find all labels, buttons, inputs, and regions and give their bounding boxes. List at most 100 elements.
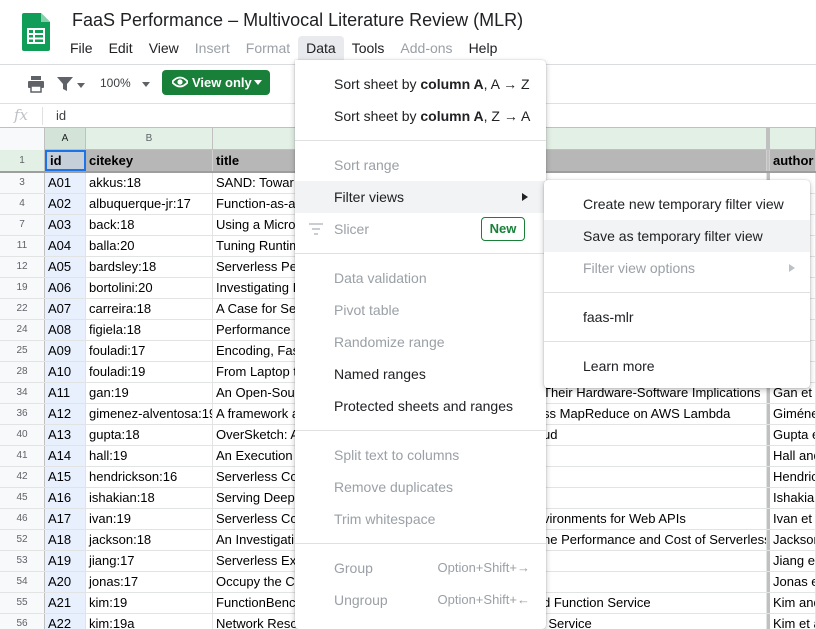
- menu-data[interactable]: Data: [298, 36, 344, 60]
- cell-author[interactable]: Jonas et: [770, 572, 816, 592]
- cell-author[interactable]: Kim et a: [770, 614, 816, 629]
- header-cell-author[interactable]: author: [770, 150, 816, 171]
- menu-item-remove-duplicates[interactable]: Remove duplicates: [295, 471, 546, 503]
- cell-citekey[interactable]: hendrickson:16: [86, 467, 213, 487]
- row-number[interactable]: 56: [0, 614, 45, 629]
- menu-format[interactable]: Format: [238, 36, 298, 60]
- cell-id[interactable]: A19: [45, 551, 86, 571]
- cell-citekey[interactable]: carreira:18: [86, 299, 213, 319]
- cell-citekey[interactable]: kim:19a: [86, 614, 213, 629]
- menu-addons[interactable]: Add-ons: [392, 36, 460, 60]
- column-header-d[interactable]: [770, 128, 816, 149]
- submenu-item-create-temp-filter[interactable]: Create new temporary filter view: [544, 188, 810, 220]
- menu-item-pivot-table[interactable]: Pivot table: [295, 294, 546, 326]
- cell-id[interactable]: A14: [45, 446, 86, 466]
- zoom-select[interactable]: 100%: [100, 76, 131, 90]
- row-number[interactable]: 53: [0, 551, 45, 571]
- cell-id[interactable]: A05: [45, 257, 86, 277]
- cell-id[interactable]: A11: [45, 383, 86, 403]
- menu-item-protected-sheets[interactable]: Protected sheets and ranges: [295, 390, 546, 422]
- cell-id[interactable]: A15: [45, 467, 86, 487]
- row-number[interactable]: 34: [0, 383, 45, 403]
- selected-cell[interactable]: id: [45, 150, 86, 171]
- cell-citekey[interactable]: ivan:19: [86, 509, 213, 529]
- row-number[interactable]: 52: [0, 530, 45, 550]
- cell-id[interactable]: A01: [45, 173, 86, 193]
- row-number[interactable]: 25: [0, 341, 45, 361]
- cell-author[interactable]: Giménez: [770, 404, 816, 424]
- cell-id[interactable]: A03: [45, 215, 86, 235]
- cell-id[interactable]: A10: [45, 362, 86, 382]
- submenu-item-filter-view-options[interactable]: Filter view options: [544, 252, 810, 284]
- cell-citekey[interactable]: fouladi:17: [86, 341, 213, 361]
- submenu-item-save-temp-filter[interactable]: Save as temporary filter view: [544, 220, 810, 252]
- menu-item-named-ranges[interactable]: Named ranges: [295, 358, 546, 390]
- menu-item-sort-az[interactable]: Sort sheet by column A, A → Z: [295, 68, 546, 100]
- menu-edit[interactable]: Edit: [101, 36, 141, 60]
- row-number[interactable]: 28: [0, 362, 45, 382]
- submenu-item-learn-more[interactable]: Learn more: [544, 350, 810, 382]
- print-icon[interactable]: [27, 75, 45, 93]
- menu-item-group[interactable]: Group Option+Shift+→: [295, 552, 546, 584]
- cell-author[interactable]: Gupta et: [770, 425, 816, 445]
- row-number[interactable]: 41: [0, 446, 45, 466]
- zoom-dropdown-caret-icon[interactable]: [142, 82, 150, 88]
- cell-citekey[interactable]: fouladi:19: [86, 362, 213, 382]
- menu-item-filter-views[interactable]: Filter views: [295, 181, 546, 213]
- cell-citekey[interactable]: akkus:18: [86, 173, 213, 193]
- submenu-item-saved-filter-view[interactable]: faas-mlr: [544, 301, 810, 333]
- row-number[interactable]: 45: [0, 488, 45, 508]
- menu-item-trim-whitespace[interactable]: Trim whitespace: [295, 503, 546, 535]
- row-number[interactable]: 55: [0, 593, 45, 613]
- cell-citekey[interactable]: jackson:18: [86, 530, 213, 550]
- filter-dropdown-caret-icon[interactable]: [77, 83, 85, 89]
- cell-author[interactable]: Ivan et a: [770, 509, 816, 529]
- cell-citekey[interactable]: jiang:17: [86, 551, 213, 571]
- cell-id[interactable]: A07: [45, 299, 86, 319]
- filter-icon[interactable]: [56, 75, 74, 93]
- sheets-logo-icon[interactable]: [22, 13, 50, 51]
- cell-citekey[interactable]: balla:20: [86, 236, 213, 256]
- cell-author[interactable]: Hall and: [770, 446, 816, 466]
- menu-tools[interactable]: Tools: [344, 36, 393, 60]
- menu-insert[interactable]: Insert: [187, 36, 238, 60]
- row-number[interactable]: 12: [0, 257, 45, 277]
- cell-id[interactable]: A22: [45, 614, 86, 629]
- menu-item-ungroup[interactable]: Ungroup Option+Shift+←: [295, 584, 546, 616]
- row-number[interactable]: 22: [0, 299, 45, 319]
- cell-citekey[interactable]: jonas:17: [86, 572, 213, 592]
- row-number[interactable]: 46: [0, 509, 45, 529]
- cell-citekey[interactable]: gimenez-alventosa:19: [86, 404, 213, 424]
- select-all-corner[interactable]: [0, 128, 45, 150]
- cell-author[interactable]: Ishakian: [770, 488, 816, 508]
- cell-citekey[interactable]: ishakian:18: [86, 488, 213, 508]
- cell-author[interactable]: Kim and: [770, 593, 816, 613]
- cell-citekey[interactable]: figiela:18: [86, 320, 213, 340]
- cell-id[interactable]: A04: [45, 236, 86, 256]
- cell-author[interactable]: Jackson: [770, 530, 816, 550]
- row-number[interactable]: 24: [0, 320, 45, 340]
- menu-item-sort-za[interactable]: Sort sheet by column A, Z → A: [295, 100, 546, 132]
- cell-id[interactable]: A21: [45, 593, 86, 613]
- document-title[interactable]: FaaS Performance – Multivocal Literature…: [72, 10, 523, 31]
- menu-item-sort-range[interactable]: Sort range: [295, 149, 546, 181]
- row-number[interactable]: 54: [0, 572, 45, 592]
- cell-id[interactable]: A20: [45, 572, 86, 592]
- column-header-b[interactable]: B: [86, 128, 213, 149]
- cell-id[interactable]: A13: [45, 425, 86, 445]
- cell-citekey[interactable]: albuquerque-jr:17: [86, 194, 213, 214]
- cell-author[interactable]: Hendrick: [770, 467, 816, 487]
- row-number[interactable]: 40: [0, 425, 45, 445]
- column-header-a[interactable]: A: [45, 128, 86, 149]
- cell-id[interactable]: A12: [45, 404, 86, 424]
- row-number[interactable]: 19: [0, 278, 45, 298]
- row-number[interactable]: 1: [0, 150, 45, 171]
- cell-id[interactable]: A02: [45, 194, 86, 214]
- cell-citekey[interactable]: hall:19: [86, 446, 213, 466]
- row-number[interactable]: 42: [0, 467, 45, 487]
- cell-id[interactable]: A17: [45, 509, 86, 529]
- row-number[interactable]: 11: [0, 236, 45, 256]
- row-number[interactable]: 4: [0, 194, 45, 214]
- header-cell-citekey[interactable]: citekey: [86, 150, 213, 171]
- cell-id[interactable]: A06: [45, 278, 86, 298]
